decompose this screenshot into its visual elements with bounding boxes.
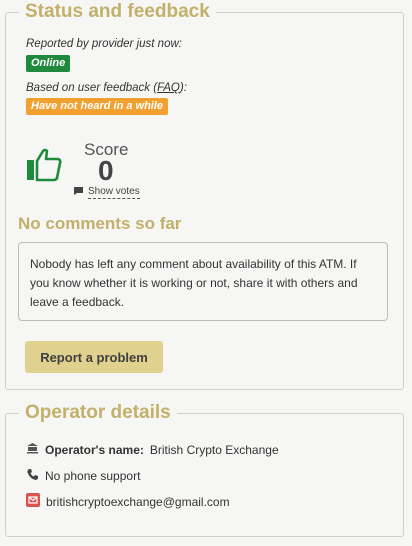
user-feedback-label: Based on user feedback (FAQ): [26,82,187,94]
operator-email-link[interactable]: britishcryptoexchange@gmail.com [46,495,230,509]
bank-icon [26,442,39,457]
operator-name-label: Operator's name: [45,442,144,457]
operator-panel-title: Operator details [19,400,177,426]
comments-empty-text: Nobody has left any comment about availa… [30,257,358,309]
operator-phone-value: No phone support [45,469,141,483]
phone-icon [26,468,39,484]
operator-phone-row: No phone support [26,468,140,484]
status-feedback-panel: Status and feedback Reported by provider… [5,0,404,390]
provider-report-label: Reported by provider just now: [26,38,182,50]
faq-link[interactable]: FAQ [157,82,180,94]
user-feedback-label-suffix: ): [179,82,187,94]
online-status-badge: Online [26,55,71,72]
comments-heading: No comments so far [18,214,182,233]
operator-email-row: britishcryptoexchange@gmail.com [26,493,230,510]
comments-box: Nobody has left any comment about availa… [18,242,388,321]
report-problem-button[interactable]: Report a problem [25,341,163,373]
operator-name-row: Operator's name: British Crypto Exchange [26,442,279,457]
operator-details-panel: Operator details Operator's name: Britis… [5,400,404,537]
operator-name-value: British Crypto Exchange [149,442,279,457]
thumbs-up-icon[interactable] [26,148,62,187]
show-votes-link[interactable]: Show votes [73,186,140,199]
user-feedback-label-prefix: Based on user feedback ( [26,82,158,94]
comment-icon [73,186,84,199]
show-votes-label: Show votes [88,186,140,199]
status-panel-title: Status and feedback [19,0,216,25]
score-value: 0 [98,155,114,186]
feedback-status-badge: Have not heard in a while [26,98,169,115]
envelope-icon [26,493,40,510]
